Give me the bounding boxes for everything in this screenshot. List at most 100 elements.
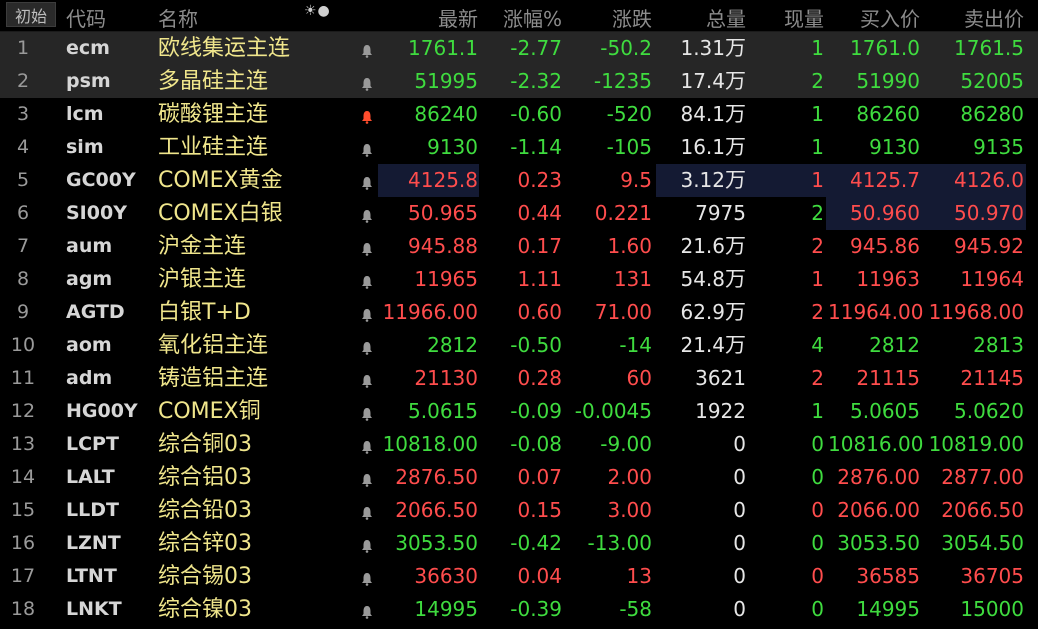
row-code: LZNT bbox=[66, 532, 121, 554]
row-code: LNKT bbox=[66, 598, 122, 620]
row-index: 3 bbox=[16, 103, 30, 125]
bell-icon[interactable] bbox=[356, 197, 376, 230]
row-vol: 84.1万 bbox=[656, 98, 746, 131]
row-vol-value: 21.4 bbox=[680, 333, 725, 357]
row-index: 5 bbox=[16, 169, 30, 191]
bell-icon[interactable] bbox=[356, 461, 376, 494]
row-cur: 0 bbox=[811, 597, 824, 621]
bell-icon[interactable] bbox=[356, 131, 376, 164]
row-cur: 1 bbox=[811, 102, 824, 126]
row-last: 2812 bbox=[427, 333, 478, 357]
row-last: 50.965 bbox=[408, 201, 478, 225]
header-last[interactable]: 最新 bbox=[380, 3, 478, 32]
row-cur: 2 bbox=[811, 366, 824, 390]
table-row[interactable]: 16 LZNT 综合锌03 3053.50 -0.42 -13.00 0 0 3053.50 30… bbox=[0, 527, 1038, 560]
row-pct: -0.60 bbox=[510, 102, 562, 126]
row-chg: -9.00 bbox=[600, 432, 652, 456]
row-bid: 2876.00 bbox=[837, 465, 920, 489]
table-row[interactable]: 12 HG00Y COMEX铜 5.0615 -0.09 -0.0045 1922 1 5.06… bbox=[0, 395, 1038, 428]
row-cur: 4 bbox=[811, 333, 824, 357]
row-vol: 0 bbox=[656, 560, 746, 593]
row-vol: 54.8万 bbox=[656, 263, 746, 296]
table-row[interactable]: 13 LCPT 综合铜03 10818.00 -0.08 -9.00 0 0 10816.00 1… bbox=[0, 428, 1038, 461]
bell-icon[interactable] bbox=[356, 527, 376, 560]
row-last: 2066.50 bbox=[395, 498, 478, 522]
table-row[interactable]: 18 LNKT 综合镍03 14995 -0.39 -58 0 0 14995 15000 bbox=[0, 593, 1038, 626]
table-row[interactable]: 15 LLDT 综合铅03 2066.50 0.15 3.00 0 0 2066.00 2066.… bbox=[0, 494, 1038, 527]
row-index: 10 bbox=[10, 334, 36, 356]
bell-icon[interactable] bbox=[356, 362, 376, 395]
row-index: 15 bbox=[10, 499, 36, 521]
table-row[interactable]: 7 aum 沪金主连 945.88 0.17 1.60 21.6万 2 945.86 945.92 bbox=[0, 230, 1038, 263]
header-ask[interactable]: 卖出价 bbox=[924, 3, 1024, 32]
row-last: 5.0615 bbox=[408, 399, 478, 423]
alert-toggle-icon[interactable]: ☀● bbox=[304, 3, 331, 19]
row-ask: 50.970 bbox=[954, 201, 1024, 225]
row-vol-value: 1922 bbox=[695, 399, 746, 423]
row-cur: 1 bbox=[811, 135, 824, 159]
row-chg: 3.00 bbox=[607, 498, 652, 522]
header-chg[interactable]: 涨跌 bbox=[566, 3, 652, 32]
row-index: 2 bbox=[16, 70, 30, 92]
row-pct: -2.32 bbox=[510, 69, 562, 93]
table-row[interactable]: 9 AGTD 白银T+D 11966.00 0.60 71.00 62.9万 2 11964.0… bbox=[0, 296, 1038, 329]
row-bid: 9130 bbox=[869, 135, 920, 159]
bell-icon[interactable] bbox=[356, 296, 376, 329]
bell-icon[interactable] bbox=[356, 65, 376, 98]
row-vol-value: 3.12 bbox=[680, 168, 725, 192]
row-chg: 13 bbox=[626, 564, 652, 588]
bell-icon[interactable] bbox=[356, 230, 376, 263]
table-row[interactable]: 10 aom 氧化铝主连 2812 -0.50 -14 21.4万 4 2812 2813 bbox=[0, 329, 1038, 362]
table-row[interactable]: 6 SI00Y COMEX白银 50.965 0.44 0.221 7975 2 50.960 5… bbox=[0, 197, 1038, 230]
table-row[interactable]: 11 adm 铸造铝主连 21130 0.28 60 3621 2 21115 21145 bbox=[0, 362, 1038, 395]
row-pct: -1.14 bbox=[510, 135, 562, 159]
bell-icon[interactable] bbox=[356, 32, 376, 65]
bell-icon[interactable] bbox=[356, 164, 376, 197]
header-bid[interactable]: 买入价 bbox=[828, 3, 920, 32]
row-ask: 5.0620 bbox=[954, 399, 1024, 423]
header-code[interactable]: 代码 bbox=[66, 3, 156, 32]
row-cur: 0 bbox=[811, 465, 824, 489]
bell-icon[interactable] bbox=[356, 395, 376, 428]
table-body: 1 ecm 欧线集运主连 1761.1 -2.77 -50.2 1.31万 1 1761.0 17… bbox=[0, 32, 1038, 626]
row-name: 白银T+D bbox=[158, 300, 251, 325]
table-header: 初始 代码 名称 ☀● 最新 涨幅% 涨跌 总量 现量 买入价 卖出价 bbox=[0, 0, 1038, 32]
row-bid: 50.960 bbox=[850, 201, 920, 225]
bell-icon[interactable] bbox=[356, 494, 376, 527]
row-code: AGTD bbox=[66, 301, 125, 323]
bell-icon[interactable] bbox=[356, 428, 376, 461]
row-chg: 71.00 bbox=[594, 300, 652, 324]
table-row[interactable]: 8 agm 沪银主连 11965 1.11 131 54.8万 1 11963 11964 bbox=[0, 263, 1038, 296]
bell-icon[interactable] bbox=[356, 593, 376, 626]
table-row[interactable]: 4 sim 工业硅主连 9130 -1.14 -105 16.1万 1 9130 9135 bbox=[0, 131, 1038, 164]
bell-icon[interactable] bbox=[356, 329, 376, 362]
initial-sort-button[interactable]: 初始 bbox=[6, 2, 56, 27]
row-index: 17 bbox=[10, 565, 36, 587]
bell-icon[interactable] bbox=[356, 263, 376, 296]
row-vol-unit: 万 bbox=[725, 69, 746, 93]
row-pct: 0.17 bbox=[517, 234, 562, 258]
row-last: 86240 bbox=[414, 102, 478, 126]
table-row[interactable]: 5 GC00Y COMEX黄金 4125.8 0.23 9.5 3.12万 1 4125.7 41… bbox=[0, 164, 1038, 197]
table-row[interactable]: 1 ecm 欧线集运主连 1761.1 -2.77 -50.2 1.31万 1 1761.0 17… bbox=[0, 32, 1038, 65]
table-row[interactable]: 2 psm 多晶硅主连 51995 -2.32 -1235 17.4万 2 51990 52005 bbox=[0, 65, 1038, 98]
row-ask: 2066.50 bbox=[941, 498, 1024, 522]
row-chg: 0.221 bbox=[594, 201, 652, 225]
row-vol-unit: 万 bbox=[725, 135, 746, 159]
row-vol: 3.12万 bbox=[656, 164, 746, 197]
table-row[interactable]: 17 LTNT 综合锡03 36630 0.04 13 0 0 36585 36705 bbox=[0, 560, 1038, 593]
bell-icon[interactable] bbox=[356, 98, 376, 131]
header-pct[interactable]: 涨幅% bbox=[482, 3, 562, 32]
table-row[interactable]: 3 lcm 碳酸锂主连 86240 -0.60 -520 84.1万 1 86260 86280 bbox=[0, 98, 1038, 131]
row-last: 945.88 bbox=[408, 234, 478, 258]
header-cur[interactable]: 现量 bbox=[750, 3, 824, 32]
table-row[interactable]: 14 LALT 综合铝03 2876.50 0.07 2.00 0 0 2876.00 2877.… bbox=[0, 461, 1038, 494]
row-last: 21130 bbox=[414, 366, 478, 390]
row-last: 11966.00 bbox=[382, 300, 478, 324]
row-name: 氧化铝主连 bbox=[158, 333, 269, 358]
row-last: 36630 bbox=[414, 564, 478, 588]
header-vol[interactable]: 总量 bbox=[656, 3, 746, 32]
row-code: GC00Y bbox=[66, 169, 136, 191]
row-code: LALT bbox=[66, 466, 115, 488]
bell-icon[interactable] bbox=[356, 560, 376, 593]
